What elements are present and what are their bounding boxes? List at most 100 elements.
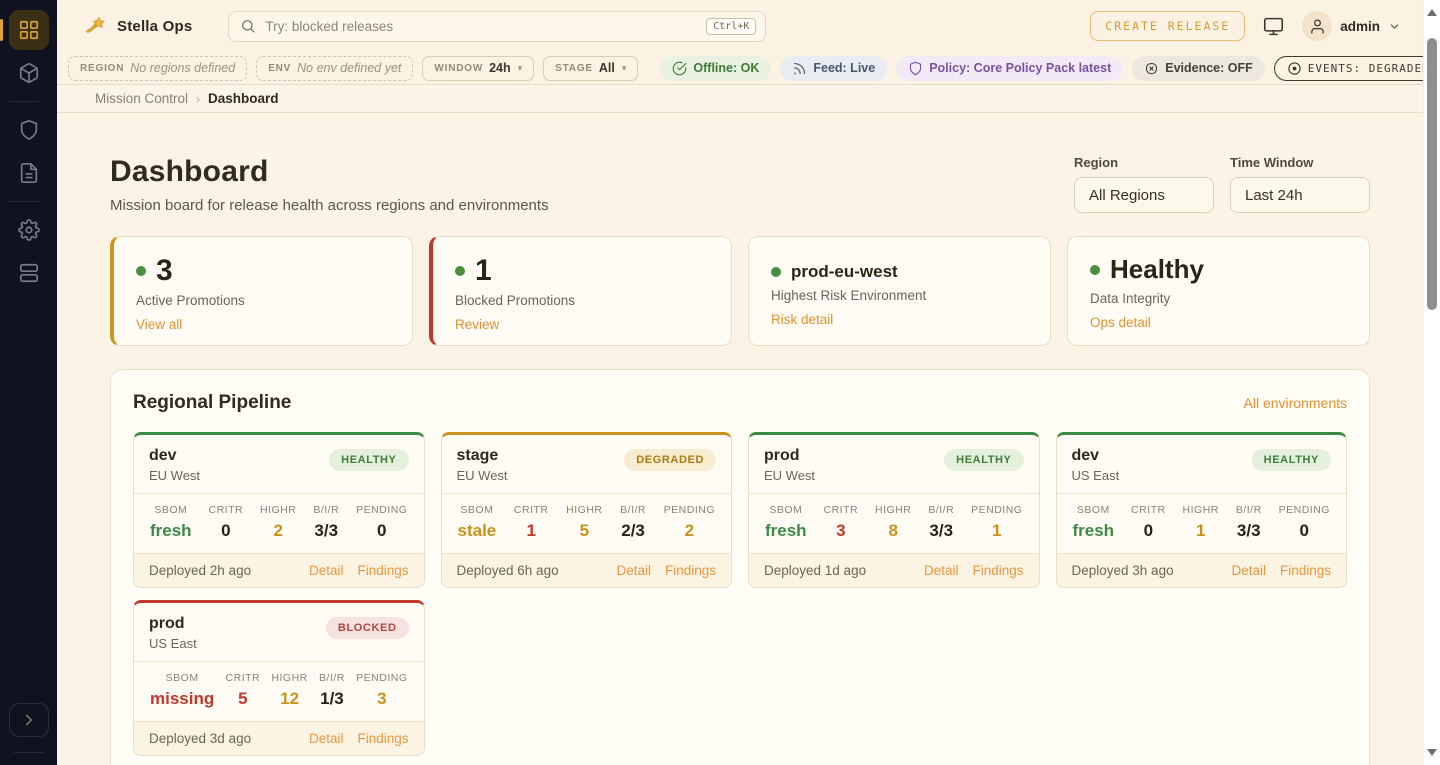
stat-label: Blocked Promotions [455, 293, 709, 308]
window-filter-dropdown[interactable]: WINDOW 24h ▾ [422, 56, 534, 81]
metric-label: PENDING [971, 504, 1022, 516]
monitor-button[interactable] [1263, 16, 1284, 37]
stat-card-link[interactable]: Risk detail [771, 312, 833, 327]
header-actions: CREATE RELEASE admin [1090, 11, 1401, 41]
region-select-label: Region [1074, 155, 1214, 170]
metric-value: 8 [888, 521, 897, 541]
create-release-button[interactable]: CREATE RELEASE [1090, 11, 1245, 41]
vertical-scrollbar[interactable] [1423, 0, 1440, 765]
metrics-row: SBOMfreshCRITR0HIGHR1B/I/R3/3PENDING0 [1057, 493, 1347, 554]
findings-link[interactable]: Findings [1280, 563, 1331, 578]
environment-name: prod [764, 447, 815, 465]
findings-link[interactable]: Findings [357, 563, 408, 578]
metric-label: SBOM [154, 504, 187, 516]
environment-name: dev [1072, 447, 1120, 465]
region-filter-pill[interactable]: REGION No regions defined [68, 56, 247, 81]
feed-status-chip[interactable]: Feed: Live [780, 56, 887, 81]
scrollbar-thumb[interactable] [1427, 38, 1437, 310]
stat-value: 3 [136, 254, 390, 287]
scroll-down-arrow[interactable] [1427, 749, 1437, 756]
server-icon [18, 262, 40, 284]
detail-link[interactable]: Detail [309, 731, 344, 746]
search-icon [240, 18, 256, 34]
metric-value: 1 [1196, 521, 1205, 541]
stat-card-link[interactable]: Ops detail [1090, 315, 1151, 330]
metric-value: 12 [280, 689, 299, 709]
sidebar-item-settings[interactable] [9, 210, 49, 250]
offline-status-chip[interactable]: Offline: OK [660, 56, 771, 81]
metrics-row: SBOMfreshCRITR3HIGHR8B/I/R3/3PENDING1 [749, 493, 1039, 554]
metric-label: B/I/R [319, 672, 345, 684]
status-badge: HEALTHY [944, 449, 1023, 471]
metric-label: HIGHR [566, 504, 602, 516]
stage-filter-dropdown[interactable]: STAGE All ▾ [543, 56, 638, 81]
sidebar-expand-button[interactable] [9, 703, 49, 737]
sidebar-item-dashboard[interactable] [9, 10, 49, 50]
env-filter-pill[interactable]: ENV No env defined yet [256, 56, 413, 81]
search-input[interactable] [265, 19, 697, 34]
detail-link[interactable]: Detail [309, 563, 344, 578]
policy-status-chip[interactable]: Policy: Core Policy Pack latest [896, 56, 1123, 81]
findings-link[interactable]: Findings [972, 563, 1023, 578]
sidebar-item-infrastructure[interactable] [9, 253, 49, 293]
region-select[interactable]: All Regions [1074, 177, 1214, 213]
stat-card: prod-eu-west Highest Risk Environment Ri… [748, 236, 1051, 346]
breadcrumb-parent[interactable]: Mission Control [95, 91, 188, 106]
evidence-status-chip[interactable]: Evidence: OFF [1132, 56, 1265, 81]
scroll-up-arrow[interactable] [1427, 9, 1437, 16]
breadcrumb-separator: › [196, 92, 200, 106]
search-bar[interactable]: Ctrl+K [228, 11, 766, 42]
avatar [1302, 11, 1332, 41]
sidebar-item-releases[interactable] [9, 53, 49, 93]
pipeline-card: dev EU West HEALTHY SBOMfreshCRITR0HIGHR… [133, 432, 425, 588]
metrics-row: SBOMmissingCRITR5HIGHR12B/I/R1/3PENDING3 [134, 661, 424, 722]
stat-card-link[interactable]: View all [136, 317, 182, 332]
chevron-down-icon: ▾ [622, 63, 627, 74]
metric-sbom: SBOM stale [458, 504, 497, 541]
metric-highr: HIGHR2 [260, 504, 296, 541]
metric-value: fresh [1073, 521, 1115, 541]
user-name: admin [1340, 19, 1380, 34]
metric-value: 1 [992, 521, 1001, 541]
metric-b-i-r: B/I/R3/3 [313, 504, 339, 541]
metric-label: CRITR [1131, 504, 1166, 516]
findings-link[interactable]: Findings [665, 563, 716, 578]
metric-label: HIGHR [1183, 504, 1219, 516]
metric-value: 0 [221, 521, 230, 541]
detail-link[interactable]: Detail [616, 563, 651, 578]
metric-value: 3 [836, 521, 845, 541]
metric-label: SBOM [460, 504, 493, 516]
regional-pipeline-panel: Regional Pipeline All environments dev E… [110, 369, 1370, 765]
status-badge: HEALTHY [329, 449, 408, 471]
metric-value: fresh [150, 521, 192, 541]
sidebar-item-policies[interactable] [9, 110, 49, 150]
detail-link[interactable]: Detail [924, 563, 959, 578]
comet-star-logo-icon [85, 15, 108, 38]
metric-critr: CRITR1 [514, 504, 549, 541]
metric-value: missing [150, 689, 214, 709]
metric-value: 0 [1300, 521, 1309, 541]
time-window-select[interactable]: Last 24h [1230, 177, 1370, 213]
metrics-row: SBOMfreshCRITR0HIGHR2B/I/R3/3PENDING0 [134, 493, 424, 554]
metric-sbom: SBOMfresh [765, 504, 807, 541]
stat-cards: 3 Active Promotions View all 1 Blocked P… [110, 236, 1370, 346]
metric-value: stale [458, 521, 497, 541]
disc-icon [1287, 61, 1302, 76]
top-header: Stella Ops Ctrl+K CREATE RELEASE admin [57, 0, 1423, 52]
metric-label: B/I/R [620, 504, 646, 516]
health-dot-icon [771, 267, 781, 277]
events-status-pill[interactable]: EVENTS: DEGRADED [1274, 56, 1440, 81]
sidebar-item-reports[interactable] [9, 153, 49, 193]
badge-x-icon [1144, 61, 1159, 76]
pipeline-card: stage EU West DEGRADED SBOMstaleCRITR1HI… [441, 432, 733, 588]
stat-value-text: 3 [156, 254, 173, 287]
findings-link[interactable]: Findings [357, 731, 408, 746]
evidence-status-label: Evidence: OFF [1165, 61, 1253, 75]
stat-value: Healthy [1090, 254, 1347, 285]
metric-label: CRITR [209, 504, 244, 516]
chevron-down-icon [1388, 20, 1401, 33]
stat-card-link[interactable]: Review [455, 317, 499, 332]
all-environments-link[interactable]: All environments [1244, 395, 1348, 411]
detail-link[interactable]: Detail [1231, 563, 1266, 578]
user-menu[interactable]: admin [1302, 11, 1401, 41]
